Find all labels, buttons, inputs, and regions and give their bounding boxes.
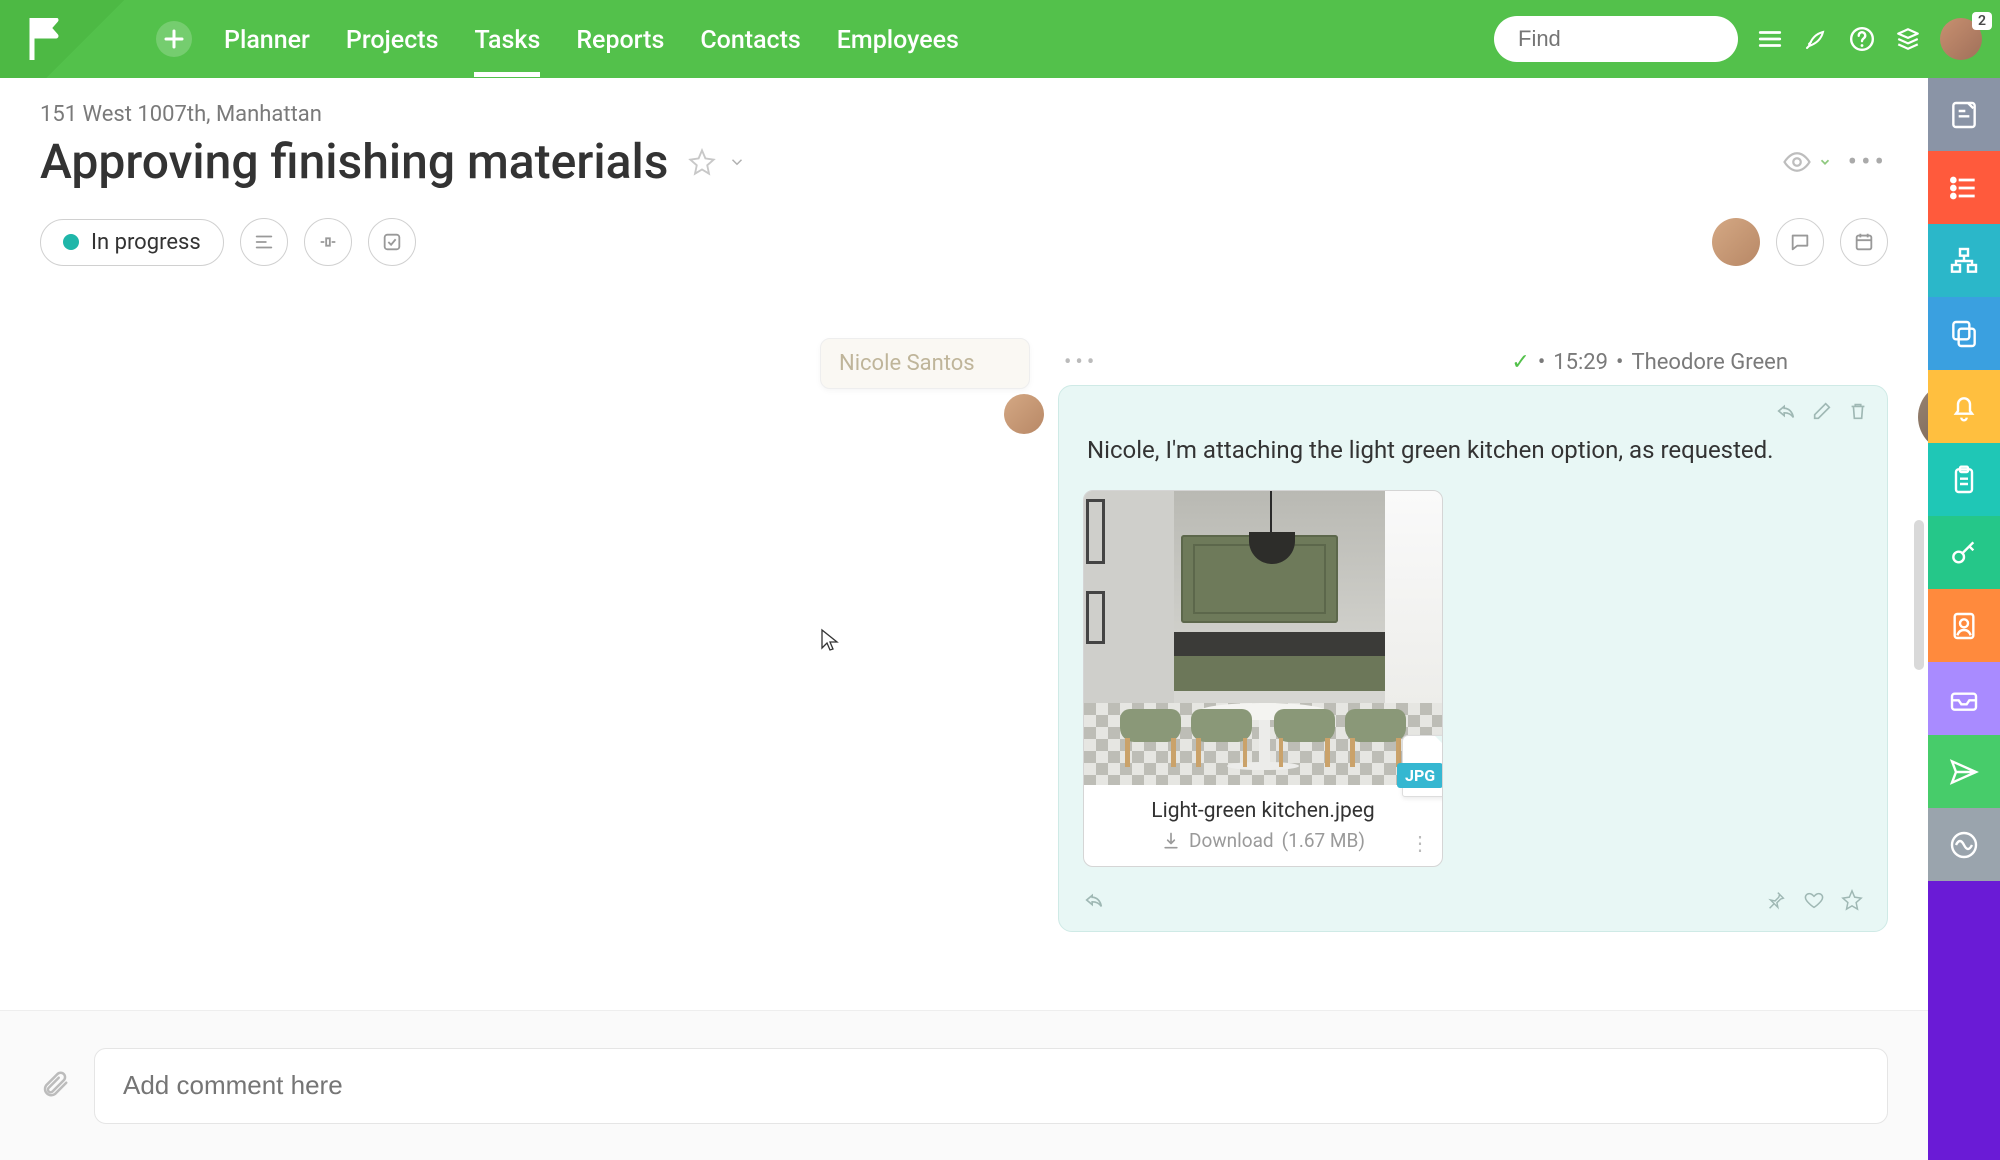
chat-button[interactable] (1776, 218, 1824, 266)
nav-items: Planner Projects Tasks Reports Contacts … (224, 2, 959, 77)
nav-projects[interactable]: Projects (346, 2, 439, 77)
description-button[interactable] (240, 218, 288, 266)
page-header: 151 West 1007th, Manhattan Approving fin… (0, 78, 1928, 200)
reply-bottom-icon[interactable] (1083, 889, 1105, 915)
comment-actions (1775, 400, 1869, 426)
top-nav: Planner Projects Tasks Reports Contacts … (0, 0, 2000, 78)
menu-icon[interactable] (1756, 25, 1784, 53)
attachment[interactable]: JPG Light-green kitchen.jpeg Download (1… (1083, 490, 1443, 867)
plus-icon (164, 29, 184, 49)
watch-toggle[interactable] (1782, 147, 1832, 177)
checklist-button[interactable] (368, 218, 416, 266)
comment-footer (1083, 889, 1863, 915)
scrollbar-thumb[interactable] (1914, 520, 1924, 670)
more-options[interactable]: ••• (1848, 145, 1888, 178)
comment-meta: ✓ • 15:29 • Theodore Green (1058, 350, 1888, 375)
timeline-button[interactable] (304, 218, 352, 266)
rsb-notes[interactable] (1928, 78, 2000, 151)
comment-time: 15:29 (1553, 350, 1608, 375)
author-avatar[interactable] (1918, 382, 1928, 452)
comment: ••• ✓ • 15:29 • Theodore Green Nicole, I… (1058, 350, 1888, 932)
right-sidebar (1928, 78, 2000, 1160)
comment-stream: ••• ✓ • 15:29 • Theodore Green Nicole, I… (0, 290, 1928, 1010)
logo[interactable] (0, 0, 148, 78)
nav-reports[interactable]: Reports (576, 2, 664, 77)
meta-sep2: • (1616, 350, 1623, 375)
rsb-list[interactable] (1928, 151, 2000, 224)
help-icon[interactable] (1848, 25, 1876, 53)
comment-card: Nicole, I'm attaching the light green ki… (1058, 385, 1888, 932)
rsb-key[interactable] (1928, 516, 2000, 589)
search-box[interactable] (1494, 16, 1738, 62)
rsb-inbox[interactable] (1928, 662, 2000, 735)
user-avatar[interactable]: 2 (1940, 18, 1982, 60)
task-toolbar: In progress (0, 200, 1928, 290)
favorite-icon[interactable] (688, 148, 716, 176)
comment-author: Theodore Green (1631, 350, 1788, 375)
status-label: In progress (91, 230, 201, 255)
attachment-menu[interactable]: ⋮ (1410, 831, 1430, 855)
star-comment-icon[interactable] (1841, 889, 1863, 915)
rsb-fill (1928, 881, 2000, 1160)
download-icon (1161, 831, 1181, 851)
flag-icon (28, 18, 62, 60)
attachment-filename: Light-green kitchen.jpeg (1084, 785, 1442, 829)
attachment-thumbnail[interactable]: JPG (1084, 491, 1442, 785)
rsb-activity[interactable] (1928, 808, 2000, 881)
comment-menu[interactable]: ••• (1064, 350, 1098, 375)
page-title: Approving finishing materials (40, 133, 668, 190)
nav-tasks[interactable]: Tasks (474, 2, 540, 77)
rsb-clipboard[interactable] (1928, 443, 2000, 516)
eye-icon (1782, 147, 1812, 177)
nav-right: 2 (1494, 16, 1982, 62)
file-type-badge: JPG (1402, 735, 1443, 797)
nav-planner[interactable]: Planner (224, 2, 310, 77)
rsb-copy[interactable] (1928, 297, 2000, 370)
rocket-icon[interactable] (1802, 25, 1830, 53)
download-button[interactable]: Download (1.67 MB) (1161, 829, 1365, 852)
kitchen-scene (1084, 491, 1442, 785)
rsb-bell[interactable] (1928, 370, 2000, 443)
check-icon: ✓ (1511, 350, 1529, 375)
reply-icon[interactable] (1775, 400, 1797, 426)
recipient-avatar[interactable] (1004, 394, 1044, 434)
nav-contacts[interactable]: Contacts (700, 2, 800, 77)
compose-input-wrap[interactable] (94, 1048, 1888, 1124)
delete-icon[interactable] (1847, 400, 1869, 426)
content: 151 West 1007th, Manhattan Approving fin… (0, 78, 1928, 1160)
meta-sep: • (1538, 350, 1545, 375)
comment-text: Nicole, I'm attaching the light green ki… (1087, 436, 1859, 464)
rsb-org[interactable] (1928, 224, 2000, 297)
rsb-contact[interactable] (1928, 589, 2000, 662)
assignee-avatar[interactable] (1712, 218, 1760, 266)
create-button[interactable] (156, 21, 192, 57)
calendar-button[interactable] (1840, 218, 1888, 266)
attachment-download-row: Download (1.67 MB) ⋮ (1084, 829, 1442, 866)
layers-icon[interactable] (1894, 25, 1922, 53)
rsb-send[interactable] (1928, 735, 2000, 808)
heart-icon[interactable] (1803, 889, 1825, 915)
compose-input[interactable] (123, 1070, 1859, 1101)
compose-bar (0, 1010, 1928, 1160)
status-pill[interactable]: In progress (40, 219, 224, 266)
nav-employees[interactable]: Employees (837, 2, 959, 77)
download-size: (1.67 MB) (1282, 829, 1365, 852)
pin-icon[interactable] (1765, 889, 1787, 915)
status-dot-icon (63, 234, 79, 250)
title-dropdown-icon[interactable] (728, 153, 746, 171)
download-label: Download (1189, 829, 1274, 852)
attach-button[interactable] (40, 1069, 70, 1103)
breadcrumb[interactable]: 151 West 1007th, Manhattan (40, 102, 1888, 127)
caret-down-icon (1818, 155, 1832, 169)
edit-icon[interactable] (1811, 400, 1833, 426)
notification-badge: 2 (1972, 12, 1992, 30)
